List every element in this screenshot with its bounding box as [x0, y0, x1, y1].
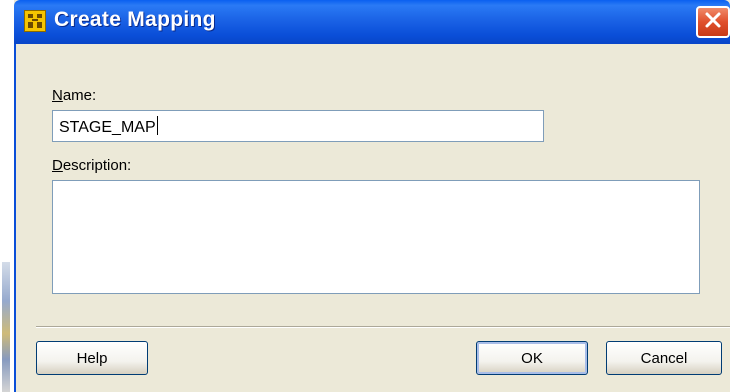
dialog-title-bar[interactable]: Create Mapping: [14, 0, 730, 44]
name-input[interactable]: STAGE_MAP: [52, 110, 544, 142]
help-button[interactable]: Help: [36, 341, 148, 375]
ok-button[interactable]: OK: [476, 341, 588, 375]
close-icon: [704, 11, 722, 34]
desktop-background-strip: [0, 0, 14, 392]
dialog-title: Create Mapping: [54, 8, 216, 31]
close-button[interactable]: [696, 6, 730, 38]
mapping-icon: [24, 10, 46, 32]
create-mapping-dialog: Create Mapping Name: STAGE_MAP Descripti…: [0, 0, 730, 392]
text-caret: [156, 116, 158, 135]
dialog-body: Name: STAGE_MAP Description: Help OK Can…: [14, 44, 730, 392]
description-textarea[interactable]: [52, 180, 700, 294]
name-input-value: STAGE_MAP: [59, 119, 156, 136]
name-label: Name:: [52, 87, 97, 104]
desktop-icons-fragment: [2, 262, 10, 392]
description-label: Description:: [52, 157, 132, 174]
button-separator: [36, 326, 730, 328]
cancel-button[interactable]: Cancel: [606, 341, 722, 375]
